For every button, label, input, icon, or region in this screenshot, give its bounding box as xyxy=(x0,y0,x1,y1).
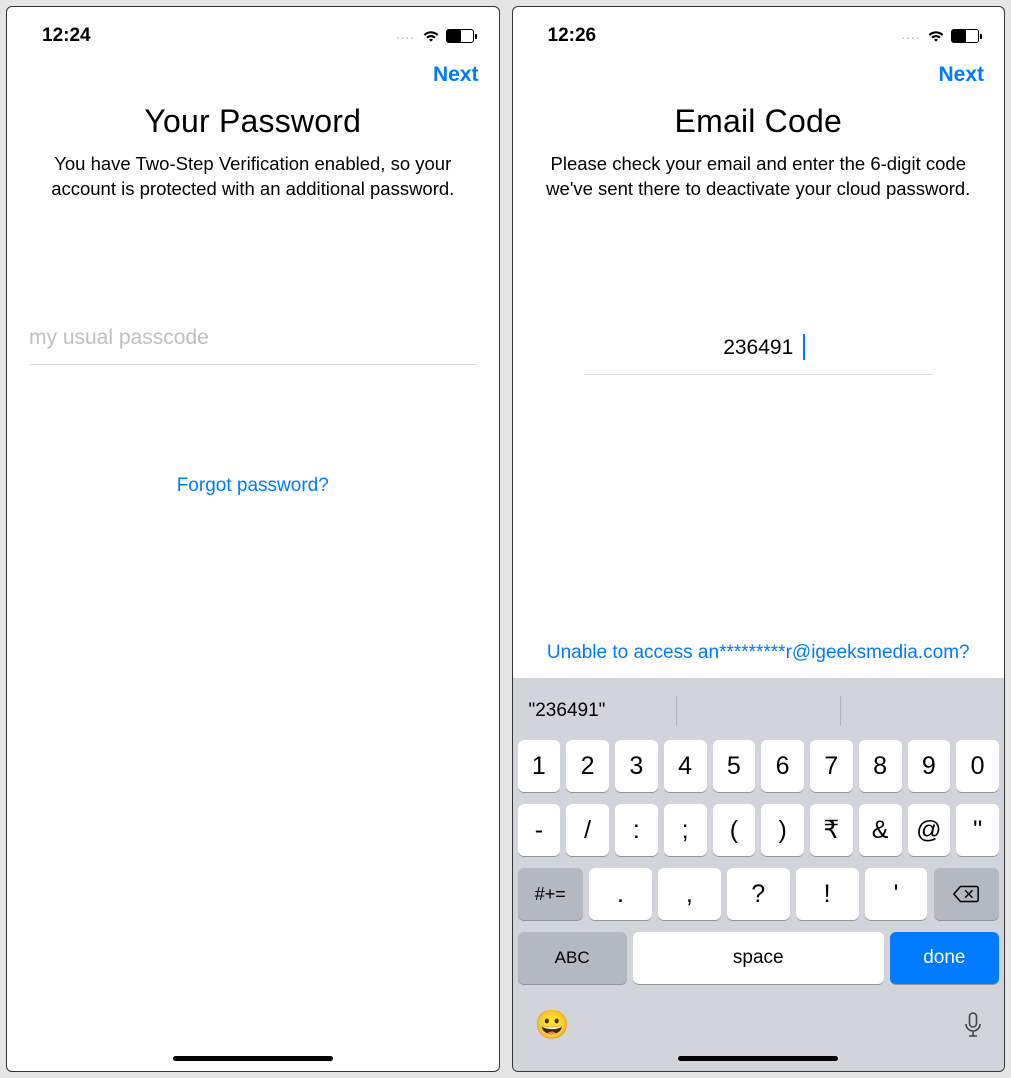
forgot-password-link[interactable]: Forgot password? xyxy=(177,475,329,497)
keyboard-suggestion-bar[interactable]: "236491" xyxy=(513,686,1005,736)
key-colon[interactable]: : xyxy=(615,804,658,856)
key-9[interactable]: 9 xyxy=(908,740,951,792)
battery-icon xyxy=(951,29,979,43)
key-8[interactable]: 8 xyxy=(859,740,902,792)
status-bar: 12:26 .... xyxy=(513,7,1005,53)
battery-icon xyxy=(446,29,474,43)
keyboard-suggestion[interactable]: "236491" xyxy=(529,700,606,722)
password-input[interactable] xyxy=(29,312,477,365)
keyboard-row-2: - / : ; ( ) ₹ & @ '' xyxy=(518,804,1000,856)
keyboard-row-3: #+= . , ? ! ' xyxy=(518,868,1000,920)
key-done[interactable]: done xyxy=(890,932,999,984)
key-at[interactable]: @ xyxy=(908,804,951,856)
key-rparen[interactable]: ) xyxy=(761,804,804,856)
key-lparen[interactable]: ( xyxy=(713,804,756,856)
key-semicolon[interactable]: ; xyxy=(664,804,707,856)
suggestion-divider xyxy=(676,696,677,726)
key-4[interactable]: 4 xyxy=(664,740,707,792)
mic-icon[interactable] xyxy=(964,1012,982,1038)
text-cursor xyxy=(803,334,805,360)
key-7[interactable]: 7 xyxy=(810,740,853,792)
key-abc[interactable]: ABC xyxy=(518,932,627,984)
home-indicator[interactable] xyxy=(678,1056,838,1061)
backspace-icon xyxy=(952,884,980,904)
cellular-icon: .... xyxy=(902,31,921,42)
screen-password: 12:24 .... Next Your Password You have T… xyxy=(6,6,500,1072)
key-rupee[interactable]: ₹ xyxy=(810,804,853,856)
key-question[interactable]: ? xyxy=(727,868,790,920)
content: Email Code Please check your email and e… xyxy=(513,93,1005,678)
suggestion-divider xyxy=(840,696,841,726)
key-6[interactable]: 6 xyxy=(761,740,804,792)
key-ampersand[interactable]: & xyxy=(859,804,902,856)
status-time: 12:26 xyxy=(548,25,597,47)
page-subtitle: You have Two-Step Verification enabled, … xyxy=(29,152,477,202)
keyboard-rows: 1 2 3 4 5 6 7 8 9 0 - / : ; ( ) ₹ & @ xyxy=(513,736,1005,990)
status-right: .... xyxy=(396,29,473,43)
key-doublequote[interactable]: '' xyxy=(956,804,999,856)
status-time: 12:24 xyxy=(42,25,91,47)
next-button[interactable]: Next xyxy=(433,63,479,87)
key-slash[interactable]: / xyxy=(566,804,609,856)
keyboard-row-1: 1 2 3 4 5 6 7 8 9 0 xyxy=(518,740,1000,792)
key-2[interactable]: 2 xyxy=(566,740,609,792)
wifi-icon xyxy=(422,29,440,43)
unable-access-link[interactable]: Unable to access an*********r@igeeksmedi… xyxy=(543,632,974,678)
content: Your Password You have Two-Step Verifica… xyxy=(7,93,499,497)
key-symbols-toggle[interactable]: #+= xyxy=(518,868,584,920)
key-1[interactable]: 1 xyxy=(518,740,561,792)
page-title: Your Password xyxy=(144,103,361,140)
status-bar: 12:24 .... xyxy=(7,7,499,53)
page-subtitle: Please check your email and enter the 6-… xyxy=(535,152,983,202)
key-space[interactable]: space xyxy=(633,932,884,984)
key-apostrophe[interactable]: ' xyxy=(865,868,928,920)
keyboard-row-4: ABC space done xyxy=(518,932,1000,984)
unable-wrap: Unable to access an*********r@igeeksmedi… xyxy=(543,632,974,678)
keyboard: "236491" 1 2 3 4 5 6 7 8 9 0 - / : ; xyxy=(513,678,1005,1071)
key-dash[interactable]: - xyxy=(518,804,561,856)
screen-email-code: 12:26 .... Next Email Code Please check … xyxy=(512,6,1006,1072)
home-indicator[interactable] xyxy=(173,1056,333,1061)
key-backspace[interactable] xyxy=(934,868,1000,920)
cellular-icon: .... xyxy=(396,31,415,42)
key-exclaim[interactable]: ! xyxy=(796,868,859,920)
emoji-icon[interactable]: 😀 xyxy=(535,1008,570,1041)
key-3[interactable]: 3 xyxy=(615,740,658,792)
status-right: .... xyxy=(902,29,979,43)
code-input[interactable] xyxy=(584,322,933,375)
next-button[interactable]: Next xyxy=(938,63,984,87)
wifi-icon xyxy=(927,29,945,43)
key-0[interactable]: 0 xyxy=(956,740,999,792)
key-5[interactable]: 5 xyxy=(713,740,756,792)
page-title: Email Code xyxy=(675,103,842,140)
code-input-wrap xyxy=(584,322,933,375)
nav-bar: Next xyxy=(513,53,1005,93)
key-comma[interactable]: , xyxy=(658,868,721,920)
key-period[interactable]: . xyxy=(589,868,652,920)
nav-bar: Next xyxy=(7,53,499,93)
